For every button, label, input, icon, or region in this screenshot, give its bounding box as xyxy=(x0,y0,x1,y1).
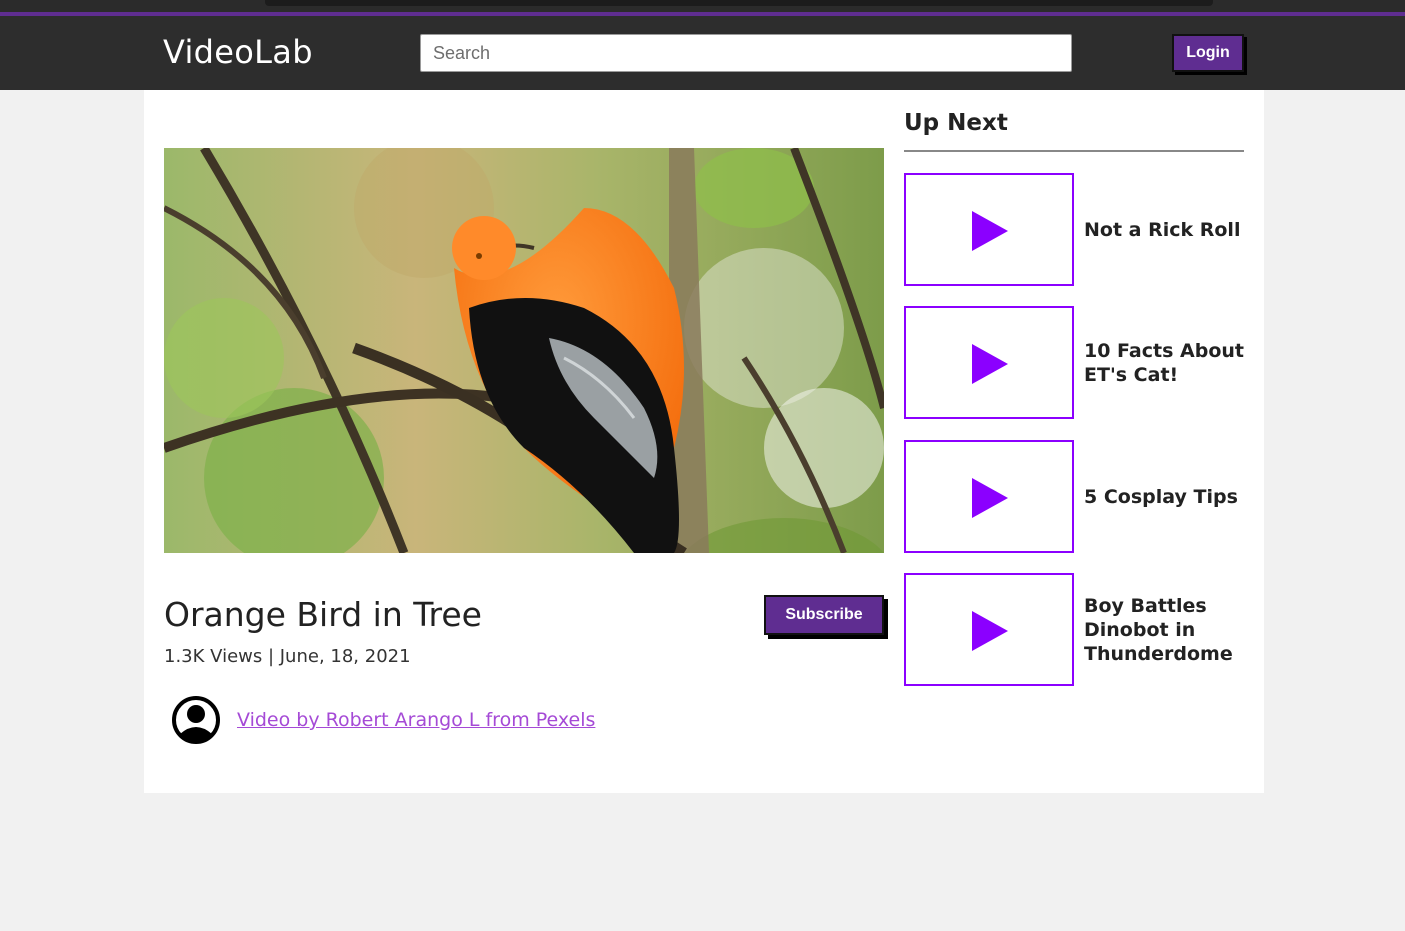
search-input[interactable] xyxy=(420,34,1072,72)
play-icon xyxy=(972,344,1008,384)
video-meta: 1.3K Views | June, 18, 2021 xyxy=(164,646,411,667)
video-thumbnail xyxy=(164,148,884,553)
up-next-item-title[interactable]: Boy Battles Dinobot in Thunderdome xyxy=(1084,573,1244,686)
up-next-item-title[interactable]: 10 Facts About ET's Cat! xyxy=(1084,306,1244,419)
main-content: Orange Bird in Tree 1.3K Views | June, 1… xyxy=(144,90,1264,793)
site-header: VideoLab Login xyxy=(0,16,1405,90)
up-next-divider xyxy=(904,150,1244,152)
play-icon xyxy=(972,211,1008,251)
user-avatar-icon[interactable] xyxy=(172,696,220,744)
browser-top-bar xyxy=(0,0,1405,16)
up-next-thumbnail[interactable] xyxy=(904,306,1074,419)
play-icon xyxy=(972,478,1008,518)
up-next-heading: Up Next xyxy=(904,110,1008,136)
up-next-item[interactable]: 10 Facts About ET's Cat! xyxy=(904,306,1244,419)
browser-tab-strip xyxy=(265,0,1213,6)
up-next-item[interactable]: 5 Cosplay Tips xyxy=(904,440,1244,553)
video-credit-link[interactable]: Video by Robert Arango L from Pexels xyxy=(237,709,595,731)
site-logo[interactable]: VideoLab xyxy=(163,33,313,71)
up-next-item-title[interactable]: Not a Rick Roll xyxy=(1084,173,1244,286)
video-player[interactable] xyxy=(164,148,884,553)
up-next-item[interactable]: Boy Battles Dinobot in Thunderdome xyxy=(904,573,1244,686)
subscribe-button[interactable]: Subscribe xyxy=(764,595,884,635)
up-next-item-title[interactable]: 5 Cosplay Tips xyxy=(1084,440,1244,553)
video-title: Orange Bird in Tree xyxy=(164,595,482,634)
up-next-item[interactable]: Not a Rick Roll xyxy=(904,173,1244,286)
play-icon xyxy=(972,611,1008,651)
login-button[interactable]: Login xyxy=(1172,34,1244,72)
up-next-thumbnail[interactable] xyxy=(904,440,1074,553)
up-next-thumbnail[interactable] xyxy=(904,573,1074,686)
up-next-thumbnail[interactable] xyxy=(904,173,1074,286)
